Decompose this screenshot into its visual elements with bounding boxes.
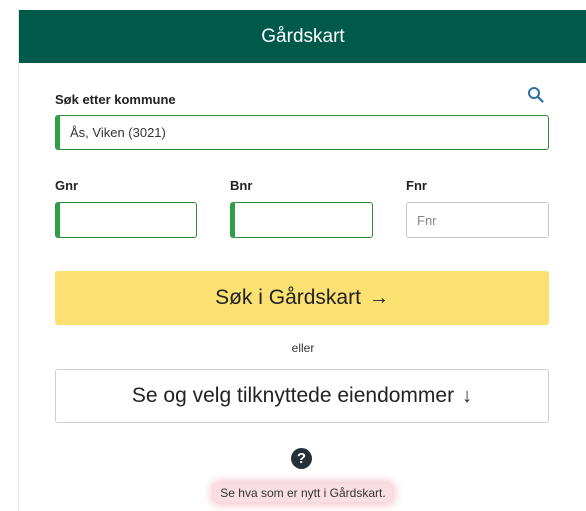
bnr-label: Bnr — [230, 178, 253, 193]
gnr-input[interactable] — [55, 202, 197, 238]
page-title: Gårdskart — [261, 25, 345, 47]
fnr-input[interactable]: Fnr — [406, 202, 549, 238]
header-bar: Gårdskart — [19, 10, 586, 63]
gardskart-panel: Gårdskart Søk etter kommune Ås, Viken (3… — [18, 10, 586, 511]
municipality-search-label: Søk etter kommune — [55, 92, 176, 107]
help-icon[interactable]: ? — [291, 448, 312, 469]
fnr-label: Fnr — [406, 178, 427, 193]
arrow-down-icon: ↓ — [462, 384, 473, 407]
whats-new-link[interactable]: Se hva som er nytt i Gårdskart. — [19, 484, 586, 502]
help-glyph: ? — [296, 450, 307, 467]
search-icon[interactable] — [527, 86, 545, 104]
view-linked-properties-label: Se og velg tilknyttede eiendommer — [131, 384, 455, 407]
gnr-label: Gnr — [55, 178, 79, 193]
view-linked-properties-button[interactable]: Se og velg tilknyttede eiendommer ↓ — [55, 369, 549, 423]
search-gardskart-label: Søk i Gårdskart — [215, 286, 361, 309]
municipality-search-input[interactable]: Ås, Viken (3021) — [55, 115, 549, 150]
or-divider-text: eller — [291, 341, 315, 355]
municipality-search-value: Ås, Viken (3021) — [70, 125, 166, 140]
search-gardskart-button[interactable]: Søk i Gårdskart → — [55, 271, 549, 325]
arrow-right-icon: → — [368, 286, 389, 309]
fnr-placeholder: Fnr — [417, 212, 437, 228]
whats-new-text: Se hva som er nytt i Gårdskart. — [214, 484, 392, 502]
bnr-input[interactable] — [230, 202, 373, 238]
